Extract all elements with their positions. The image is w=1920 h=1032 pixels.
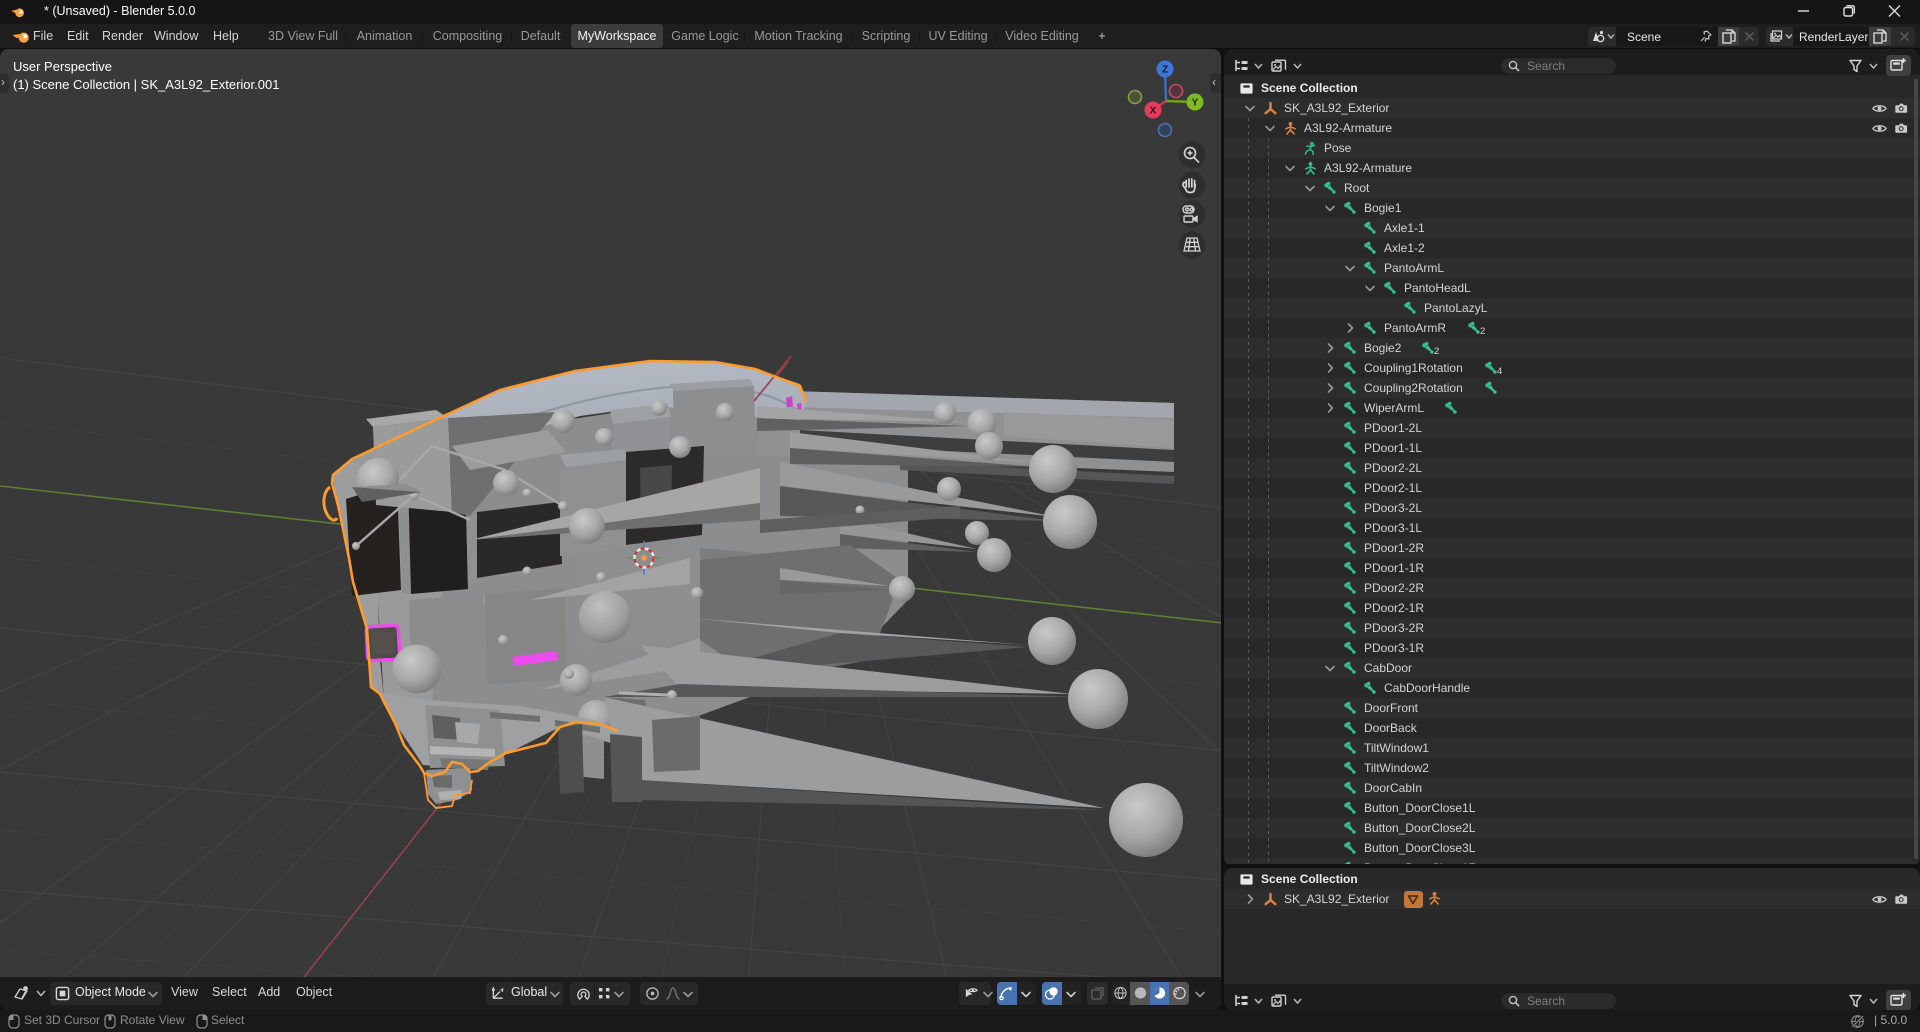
svg-text:Z: Z [1162, 65, 1168, 76]
svg-text:X: X [1150, 106, 1157, 117]
svg-text:Y: Y [1192, 98, 1199, 109]
